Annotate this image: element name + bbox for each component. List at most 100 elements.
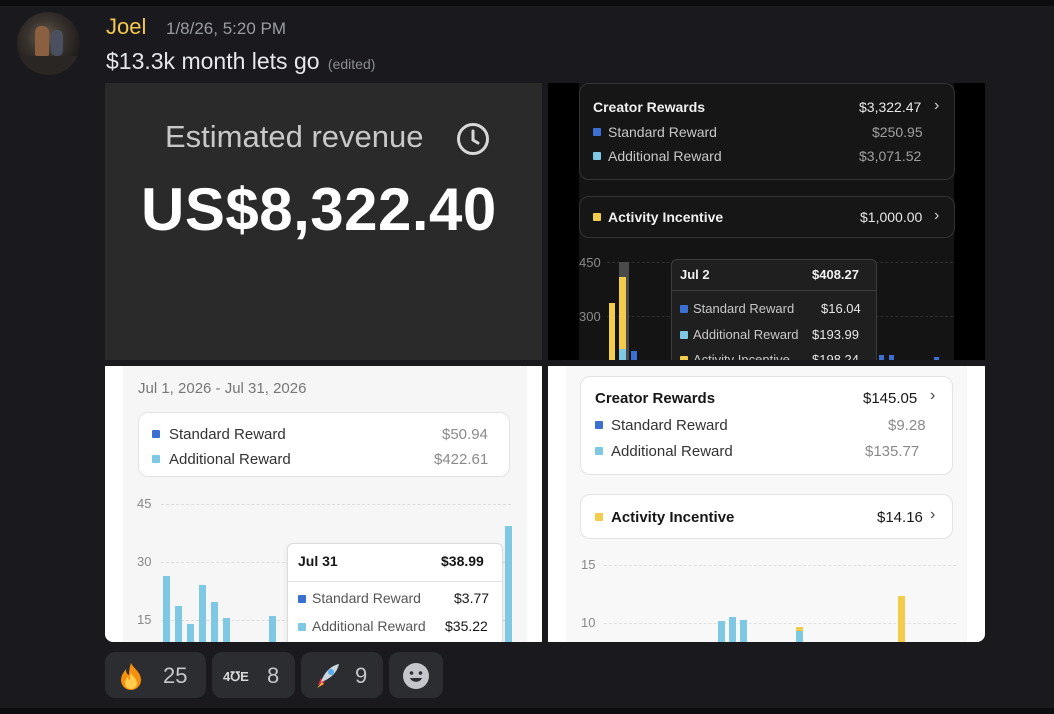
tooltip-standard-value: $16.04 bbox=[821, 301, 861, 316]
additional-reward-value: $135.77 bbox=[865, 443, 920, 460]
axis-label-30: 30 bbox=[137, 554, 152, 569]
chart-bar-standard bbox=[889, 355, 894, 360]
axis-label-45: 45 bbox=[137, 496, 152, 511]
tooltip-standard-label: Standard Reward bbox=[693, 301, 795, 316]
add-reaction-icon bbox=[403, 663, 429, 689]
tooltip-total: $408.27 bbox=[812, 267, 859, 282]
chart-bar-additional bbox=[619, 349, 626, 360]
tooltip-activity-value: $198.24 bbox=[812, 352, 859, 360]
chart-bar-activity bbox=[898, 596, 905, 642]
activity-incentive-card[interactable]: Activity Incentive $14.16 › bbox=[580, 494, 953, 539]
chart-bar-additional bbox=[187, 624, 194, 642]
activity-incentive-label: Activity Incentive bbox=[611, 509, 735, 526]
message-body: $13.3k month lets go bbox=[106, 48, 320, 74]
custom-emoji-icon: 4℧E bbox=[223, 669, 249, 684]
chart-bar-additional bbox=[163, 576, 170, 642]
message-text: $13.3k month lets go (edited) bbox=[106, 48, 375, 75]
message-timestamp: 1/8/26, 5:20 PM bbox=[166, 19, 287, 38]
standard-reward-value: $250.95 bbox=[872, 124, 923, 140]
reaction-fire[interactable]: 25 bbox=[105, 652, 206, 698]
creator-rewards-label: Creator Rewards bbox=[595, 390, 716, 407]
activity-incentive-card[interactable]: Activity Incentive $1,000.00 › bbox=[579, 196, 955, 238]
image-creator-rewards-dark[interactable]: Creator Rewards $3,322.47 › Standard Rew… bbox=[548, 83, 985, 360]
user-avatar[interactable] bbox=[17, 12, 80, 75]
date-range: Jul 1, 2026 - Jul 31, 2026 bbox=[138, 380, 307, 397]
tooltip-additional-value: $193.99 bbox=[812, 327, 859, 342]
chart-bar-additional bbox=[211, 602, 218, 642]
chart-bar-standard bbox=[879, 355, 884, 360]
tooltip-total: $38.99 bbox=[441, 553, 484, 569]
edited-label: (edited) bbox=[327, 56, 376, 72]
standard-reward-swatch bbox=[680, 305, 688, 313]
chart-bar-additional bbox=[729, 617, 736, 642]
chevron-right-icon: › bbox=[930, 506, 936, 523]
creator-rewards-card[interactable]: Creator Rewards $145.05 › Standard Rewar… bbox=[580, 376, 953, 475]
rewards-card[interactable]: Standard Reward $50.94 Additional Reward… bbox=[138, 412, 510, 477]
standard-reward-swatch bbox=[595, 421, 603, 429]
svg-text:4℧E: 4℧E bbox=[223, 669, 249, 684]
activity-incentive-value: $1,000.00 bbox=[860, 209, 923, 225]
additional-reward-value: $3,071.52 bbox=[859, 148, 922, 164]
clock-icon bbox=[457, 123, 489, 155]
top-edge bbox=[0, 0, 1054, 6]
fire-emoji-icon bbox=[121, 663, 141, 690]
additional-reward-swatch bbox=[595, 447, 603, 455]
estimated-revenue-label: Estimated revenue bbox=[165, 119, 424, 154]
chart-bar-additional bbox=[740, 620, 747, 642]
reaction-rocket[interactable]: 9 bbox=[301, 652, 383, 698]
additional-reward-swatch bbox=[680, 331, 688, 339]
standard-reward-swatch bbox=[152, 430, 160, 438]
standard-reward-value: $9.28 bbox=[888, 417, 926, 434]
author-name[interactable]: Joel bbox=[106, 14, 146, 40]
axis-label-15: 15 bbox=[581, 557, 596, 572]
creator-rewards-value: $3,322.47 bbox=[859, 99, 922, 115]
tooltip-additional-value: $35.22 bbox=[445, 618, 488, 634]
activity-incentive-swatch bbox=[680, 356, 688, 360]
axis-label-450: 450 bbox=[579, 255, 601, 270]
tooltip-activity-label: Activity Incentive bbox=[693, 352, 790, 360]
reaction-custom[interactable]: 4℧E 8 bbox=[212, 652, 295, 698]
axis-label-15: 15 bbox=[137, 612, 152, 627]
gridline bbox=[161, 504, 511, 505]
standard-reward-label: Standard Reward bbox=[169, 426, 286, 443]
reaction-count: 9 bbox=[355, 663, 368, 688]
chart-tooltip: Jul 2 $408.27 Standard Reward $16.04 Add… bbox=[671, 259, 877, 360]
chart-bar-standard bbox=[631, 351, 637, 360]
add-reaction-button[interactable] bbox=[389, 652, 443, 698]
reaction-count: 8 bbox=[267, 663, 280, 688]
chart-bar-activity bbox=[619, 277, 626, 349]
standard-reward-swatch bbox=[298, 595, 306, 603]
image-rewards-light-right[interactable]: Creator Rewards $145.05 › Standard Rewar… bbox=[548, 366, 985, 642]
tooltip-standard-value: $3.77 bbox=[454, 590, 490, 606]
standard-reward-swatch bbox=[593, 128, 601, 136]
chevron-right-icon: › bbox=[934, 207, 940, 224]
chart-bar-activity bbox=[609, 303, 615, 360]
chart-bar-standard bbox=[934, 357, 939, 360]
additional-reward-label: Additional Reward bbox=[169, 451, 291, 468]
standard-reward-label: Standard Reward bbox=[608, 124, 717, 140]
chart-bar-additional bbox=[223, 618, 230, 642]
chart-bar-additional bbox=[796, 631, 803, 642]
estimated-revenue-value: US$8,322.40 bbox=[141, 176, 497, 243]
image-rewards-light-left[interactable]: Jul 1, 2026 - Jul 31, 2026 Standard Rewa… bbox=[105, 366, 542, 642]
chart-bar-additional bbox=[505, 526, 512, 642]
tooltip-additional-label: Additional Reward bbox=[312, 618, 426, 634]
chart-tooltip: Jul 31 $38.99 Standard Reward $3.77 Addi… bbox=[287, 543, 503, 642]
additional-reward-swatch bbox=[593, 152, 601, 160]
image-estimated-revenue[interactable]: Estimated revenue US$8,322.40 bbox=[105, 83, 542, 360]
tooltip-divider bbox=[672, 290, 876, 291]
axis-label-300: 300 bbox=[579, 309, 601, 324]
additional-reward-swatch bbox=[152, 455, 160, 463]
axis-label-10: 10 bbox=[581, 615, 596, 630]
rocket-emoji-icon bbox=[317, 664, 339, 688]
standard-reward-value: $50.94 bbox=[442, 426, 488, 443]
chart-bar-additional bbox=[199, 585, 206, 642]
tooltip-additional-label: Additional Reward bbox=[693, 327, 799, 342]
gridline bbox=[604, 565, 956, 566]
additional-reward-swatch bbox=[298, 623, 306, 631]
creator-rewards-value: $145.05 bbox=[863, 390, 918, 407]
chevron-right-icon: › bbox=[930, 387, 936, 404]
creator-rewards-card[interactable]: Creator Rewards $3,322.47 › Standard Rew… bbox=[579, 83, 955, 180]
activity-incentive-value: $14.16 bbox=[877, 509, 923, 526]
chart-bar-additional bbox=[718, 621, 725, 642]
